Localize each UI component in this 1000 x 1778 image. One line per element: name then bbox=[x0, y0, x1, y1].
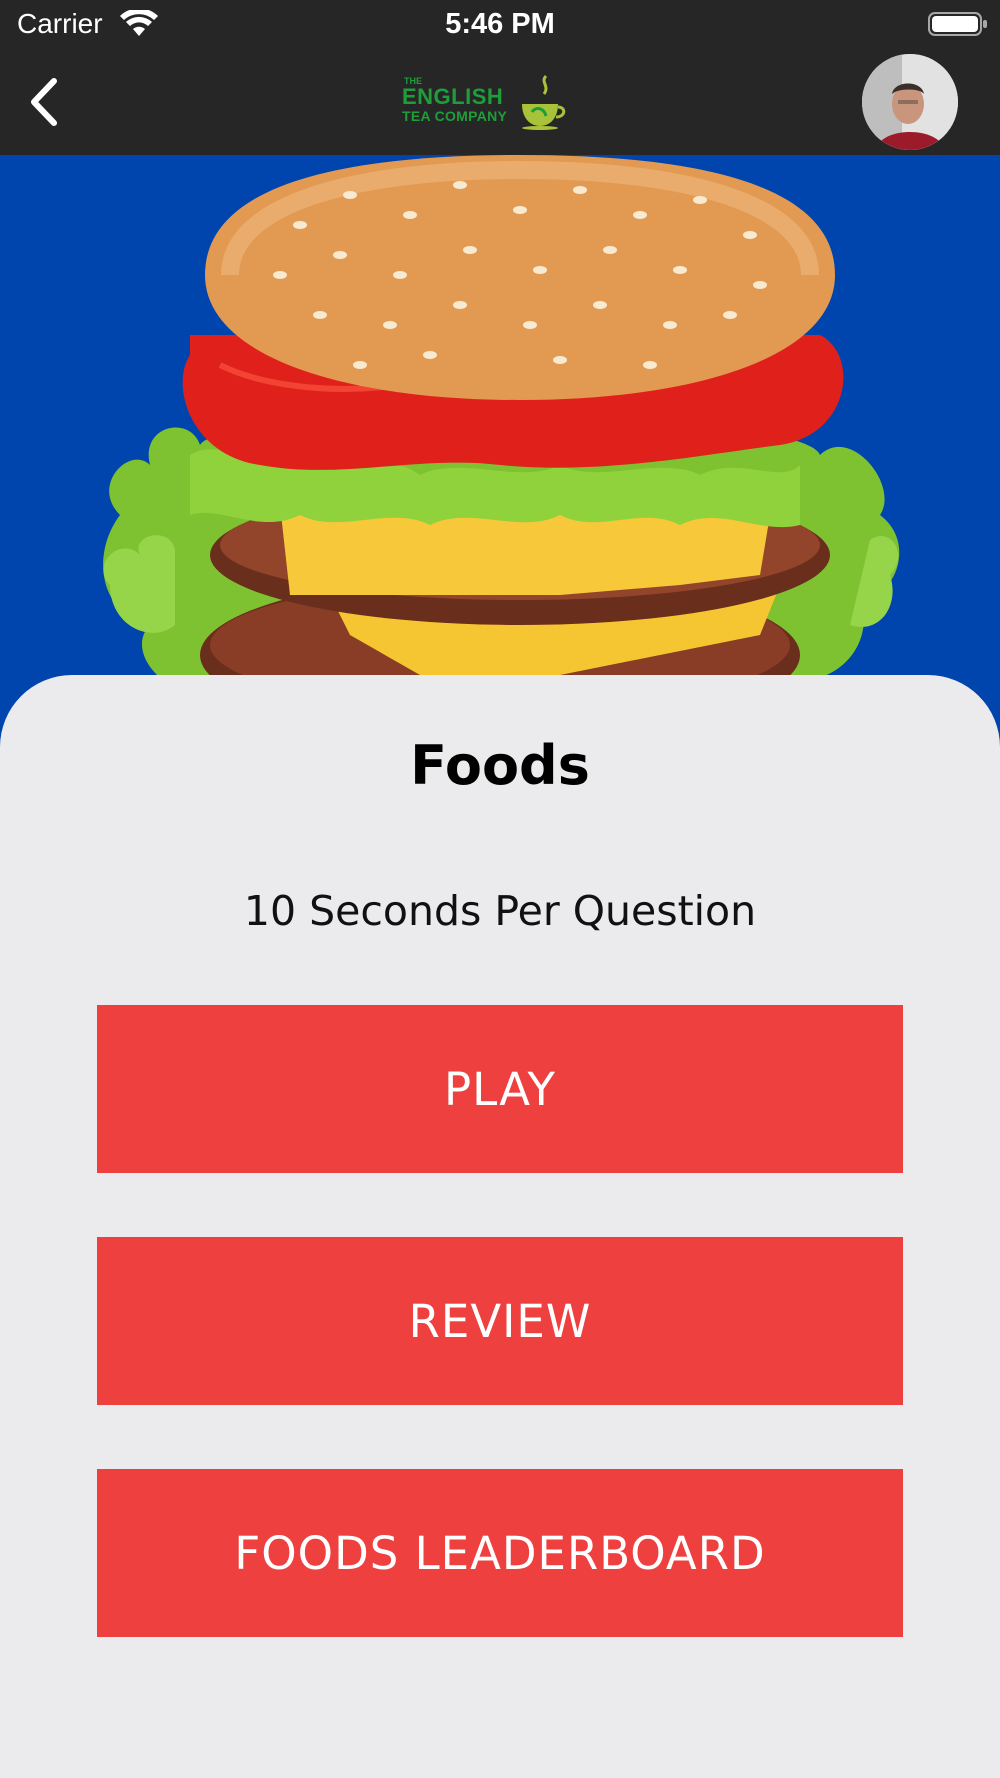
app-header: Carrier 5:46 PM THE ENGLISH TEA COMPANY bbox=[0, 0, 1000, 155]
leaderboard-button[interactable]: FOODS LEADERBOARD bbox=[97, 1469, 903, 1637]
chevron-left-icon[interactable] bbox=[26, 76, 66, 128]
play-button[interactable]: PLAY bbox=[97, 1005, 903, 1173]
teacup-icon bbox=[522, 74, 566, 130]
hero-image bbox=[0, 155, 1000, 755]
logo-line1: ENGLISH bbox=[402, 84, 504, 109]
review-button[interactable]: REVIEW bbox=[97, 1237, 903, 1405]
hamburger-icon bbox=[103, 155, 900, 755]
brand-logo: THE ENGLISH TEA COMPANY bbox=[402, 74, 582, 130]
battery-icon bbox=[928, 12, 987, 36]
logo-line2: TEA COMPANY bbox=[402, 108, 508, 124]
quiz-card: Foods 10 Seconds Per Question PLAY REVIE… bbox=[0, 675, 1000, 1778]
status-time: 5:46 PM bbox=[445, 8, 555, 40]
quiz-subtitle: 10 Seconds Per Question bbox=[243, 887, 757, 935]
quiz-title: Foods bbox=[410, 734, 590, 797]
user-avatar[interactable] bbox=[862, 54, 958, 150]
person-icon bbox=[862, 54, 958, 150]
